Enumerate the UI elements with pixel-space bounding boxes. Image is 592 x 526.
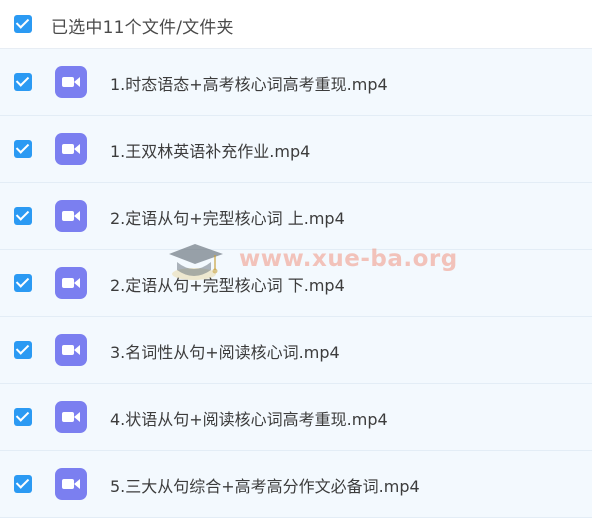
file-row[interactable]: 3.名词性从句+阅读核心词.mp4 [0, 317, 592, 384]
file-checkbox[interactable] [14, 274, 32, 292]
file-name[interactable]: 1.时态语态+高考核心词高考重现.mp4 [110, 71, 388, 95]
selection-header: 已选中11个文件/文件夹 [0, 0, 592, 49]
file-checkbox[interactable] [14, 73, 32, 91]
file-row[interactable]: 2.定语从句+完型核心词 下.mp4 [0, 250, 592, 317]
file-name[interactable]: 2.定语从句+完型核心词 上.mp4 [110, 205, 345, 229]
file-checkbox[interactable] [14, 408, 32, 426]
selection-count-text: 已选中11个文件/文件夹 [51, 18, 234, 38]
video-icon [55, 334, 87, 366]
file-name[interactable]: 5.三大从句综合+高考高分作文必备词.mp4 [110, 473, 420, 497]
file-checkbox[interactable] [14, 140, 32, 158]
file-checkbox[interactable] [14, 207, 32, 225]
file-name[interactable]: 3.名词性从句+阅读核心词.mp4 [110, 339, 340, 363]
file-name[interactable]: 2.定语从句+完型核心词 下.mp4 [110, 272, 345, 296]
video-icon [55, 133, 87, 165]
file-checkbox[interactable] [14, 341, 32, 359]
file-row[interactable]: 5.三大从句综合+高考高分作文必备词.mp4 [0, 451, 592, 518]
file-row[interactable]: 4.状语从句+阅读核心词高考重现.mp4 [0, 384, 592, 451]
file-row[interactable]: 1.王双林英语补充作业.mp4 [0, 116, 592, 183]
video-icon [55, 200, 87, 232]
video-icon [55, 66, 87, 98]
file-name[interactable]: 1.王双林英语补充作业.mp4 [110, 138, 310, 162]
video-icon [55, 267, 87, 299]
select-all-checkbox[interactable] [14, 15, 32, 33]
video-icon [55, 401, 87, 433]
file-checkbox[interactable] [14, 475, 32, 493]
file-row[interactable]: 2.定语从句+完型核心词 上.mp4 [0, 183, 592, 250]
file-row[interactable]: 1.时态语态+高考核心词高考重现.mp4 [0, 49, 592, 116]
file-name[interactable]: 4.状语从句+阅读核心词高考重现.mp4 [110, 406, 388, 430]
video-icon [55, 468, 87, 500]
